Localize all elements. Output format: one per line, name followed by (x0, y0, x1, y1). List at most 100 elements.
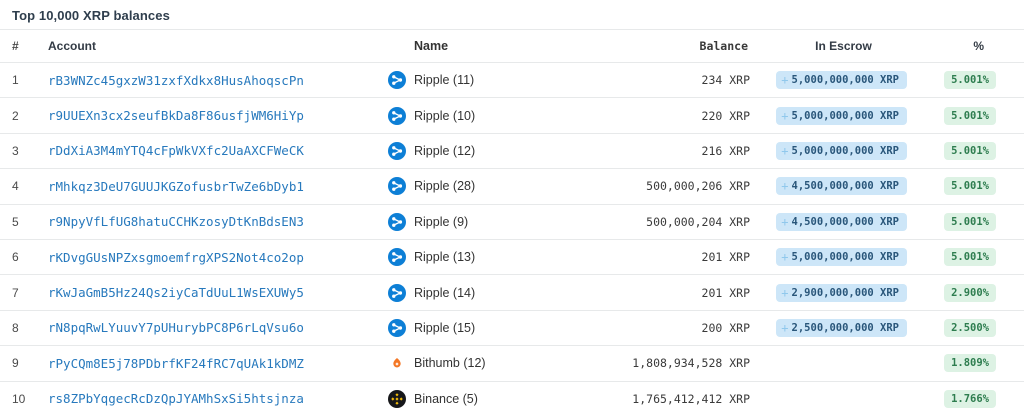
account-cell: rB3WNZc45gxzW31zxfXdkx8HusAhoqscPn (48, 73, 380, 88)
account-link[interactable]: rN8pqRwLYuuvY7pUHurybPC8P6rLqVsu6o (48, 320, 304, 335)
escrow-value: 5,000,000,000 XRP (792, 110, 899, 122)
account-link[interactable]: rB3WNZc45gxzW31zxfXdkx8HusAhoqscPn (48, 73, 304, 88)
account-link[interactable]: rDdXiA3M4mYTQ4cFpWkVXfc2UaAXCFWeCK (48, 143, 304, 158)
escrow-value: 4,500,000,000 XRP (792, 216, 899, 228)
rank-cell: 2 (12, 109, 48, 123)
header-rank: # (12, 39, 48, 53)
ripple-logo-icon (380, 71, 414, 89)
escrow-cell: +2,900,000,000 XRP (750, 284, 907, 302)
balance-cell: 201 XRP (560, 250, 750, 264)
account-link[interactable]: rKwJaGmB5Hz24Qs2iyCaTdUuL1WsEXUWy5 (48, 285, 304, 300)
rank-cell: 1 (12, 73, 48, 87)
ripple-logo-icon (380, 213, 414, 231)
account-cell: rs8ZPbYqgecRcDzQpJYAMhSxSi5htsjnza (48, 391, 380, 406)
ripple-logo-icon (380, 319, 414, 337)
percent-cell: 5.001% (907, 177, 1024, 195)
name-cell: Ripple (10) (414, 109, 560, 123)
name-cell: Ripple (28) (414, 179, 560, 193)
name-cell: Ripple (14) (414, 286, 560, 300)
escrow-plus-icon: + (781, 111, 788, 121)
table-row: 1rB3WNZc45gxzW31zxfXdkx8HusAhoqscPn Rippl… (0, 62, 1024, 97)
escrow-value: 5,000,000,000 XRP (792, 145, 899, 157)
rank-cell: 9 (12, 356, 48, 370)
escrow-badge: +4,500,000,000 XRP (776, 213, 907, 231)
ripple-logo-icon (380, 107, 414, 125)
account-link[interactable]: rMhkqz3DeU7GUUJKGZofusbrTwZe6bDyb1 (48, 179, 304, 194)
percent-badge: 1.766% (944, 390, 996, 408)
header-account: Account (48, 39, 380, 53)
percent-cell: 5.001% (907, 142, 1024, 160)
header-name: Name (414, 39, 560, 53)
rank-cell: 5 (12, 215, 48, 229)
page-title: Top 10,000 XRP balances (12, 8, 1012, 23)
account-cell: rKDvgGUsNPZxsgmoemfrgXPS2Not4co2op (48, 250, 380, 265)
escrow-badge: +4,500,000,000 XRP (776, 177, 907, 195)
ripple-logo-icon (380, 142, 414, 160)
bithumb-logo-icon (380, 357, 414, 369)
escrow-plus-icon: + (781, 181, 788, 191)
percent-badge: 5.001% (944, 142, 996, 160)
table-row: 2r9UUEXn3cx2seufBkDa8F86usfjWM6HiYp Rippl… (0, 97, 1024, 132)
table-header: # Account Name Balance In Escrow % (0, 30, 1024, 62)
rank-cell: 6 (12, 250, 48, 264)
name-cell: Bithumb (12) (414, 356, 560, 370)
escrow-badge: +5,000,000,000 XRP (776, 107, 907, 125)
balance-cell: 200 XRP (560, 321, 750, 335)
table-row: 5r9NpyVfLfUG8hatuCCHKzosyDtKnBdsEN3 Rippl… (0, 204, 1024, 239)
escrow-cell: +5,000,000,000 XRP (750, 107, 907, 125)
account-cell: r9NpyVfLfUG8hatuCCHKzosyDtKnBdsEN3 (48, 214, 380, 229)
percent-cell: 5.001% (907, 248, 1024, 266)
account-cell: rPyCQm8E5j78PDbrfKF24fRC7qUAk1kDMZ (48, 356, 380, 371)
rank-cell: 7 (12, 286, 48, 300)
binance-logo-icon (380, 390, 414, 408)
rank-cell: 3 (12, 144, 48, 158)
rank-cell: 8 (12, 321, 48, 335)
title-bar: Top 10,000 XRP balances (0, 0, 1024, 30)
name-cell: Ripple (11) (414, 73, 560, 87)
table-row: 8rN8pqRwLYuuvY7pUHurybPC8P6rLqVsu6oRippl… (0, 310, 1024, 345)
balance-cell: 220 XRP (560, 109, 750, 123)
account-cell: rMhkqz3DeU7GUUJKGZofusbrTwZe6bDyb1 (48, 179, 380, 194)
account-link[interactable]: r9NpyVfLfUG8hatuCCHKzosyDtKnBdsEN3 (48, 214, 304, 229)
balance-cell: 500,000,206 XRP (560, 179, 750, 193)
ripple-logo-icon (380, 177, 414, 195)
account-link[interactable]: r9UUEXn3cx2seufBkDa8F86usfjWM6HiYp (48, 108, 304, 123)
account-link[interactable]: rPyCQm8E5j78PDbrfKF24fRC7qUAk1kDMZ (48, 356, 304, 371)
escrow-plus-icon: + (781, 217, 788, 227)
escrow-badge: +5,000,000,000 XRP (776, 142, 907, 160)
header-percent: % (907, 39, 1024, 53)
escrow-badge: +5,000,000,000 XRP (776, 71, 907, 89)
table-row: 10rs8ZPbYqgecRcDzQpJYAMhSxSi5htsjnzaBina… (0, 381, 1024, 416)
escrow-badge: +2,500,000,000 XRP (776, 319, 907, 337)
name-cell: Ripple (9) (414, 215, 560, 229)
percent-cell: 5.001% (907, 213, 1024, 231)
percent-cell: 2.900% (907, 284, 1024, 302)
balances-page: Top 10,000 XRP balances # Account Name B… (0, 0, 1024, 416)
percent-badge: 5.001% (944, 213, 996, 231)
percent-badge: 5.001% (944, 71, 996, 89)
name-cell: Binance (5) (414, 392, 560, 406)
balance-cell: 500,000,204 XRP (560, 215, 750, 229)
header-escrow: In Escrow (750, 39, 907, 53)
table-row: 6rKDvgGUsNPZxsgmoemfrgXPS2Not4co2opRippl… (0, 239, 1024, 274)
escrow-badge: +2,900,000,000 XRP (776, 284, 907, 302)
percent-cell: 1.766% (907, 390, 1024, 408)
escrow-value: 2,900,000,000 XRP (792, 287, 899, 299)
balance-cell: 1,808,934,528 XRP (560, 356, 750, 370)
account-cell: rDdXiA3M4mYTQ4cFpWkVXfc2UaAXCFWeCK (48, 143, 380, 158)
header-balance: Balance (560, 39, 750, 53)
escrow-plus-icon: + (781, 288, 788, 298)
escrow-cell: +5,000,000,000 XRP (750, 142, 907, 160)
escrow-value: 4,500,000,000 XRP (792, 180, 899, 192)
balance-cell: 216 XRP (560, 144, 750, 158)
ripple-logo-icon (380, 284, 414, 302)
percent-cell: 2.500% (907, 319, 1024, 337)
percent-badge: 5.001% (944, 107, 996, 125)
percent-badge: 1.809% (944, 354, 996, 372)
escrow-cell: +5,000,000,000 XRP (750, 248, 907, 266)
account-link[interactable]: rs8ZPbYqgecRcDzQpJYAMhSxSi5htsjnza (48, 391, 304, 406)
escrow-plus-icon: + (781, 75, 788, 85)
account-link[interactable]: rKDvgGUsNPZxsgmoemfrgXPS2Not4co2op (48, 250, 304, 265)
percent-badge: 5.001% (944, 177, 996, 195)
name-cell: Ripple (12) (414, 144, 560, 158)
